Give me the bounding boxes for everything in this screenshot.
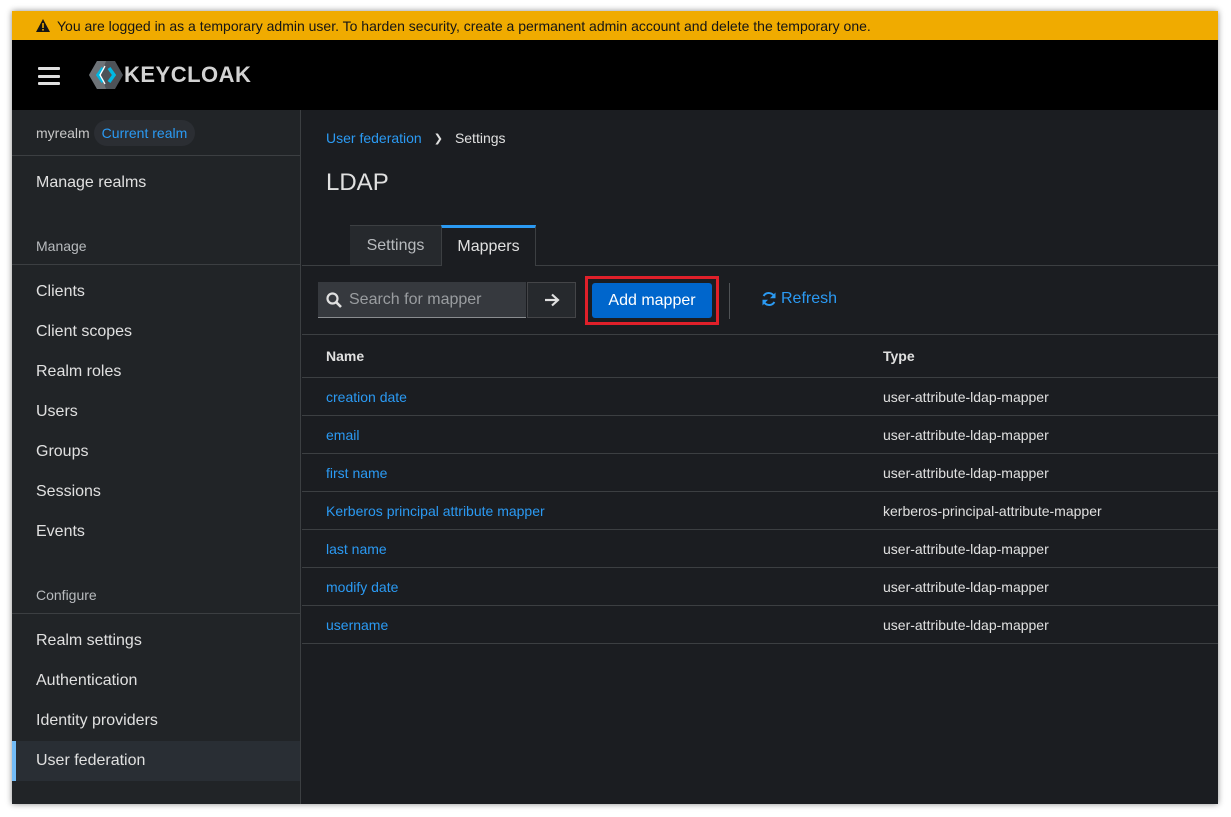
mapper-name-link[interactable]: username: [326, 617, 388, 633]
mapper-name-link[interactable]: creation date: [326, 389, 407, 405]
nav-section-configure: Configure: [12, 576, 300, 614]
table-row: username user-attribute-ldap-mapper: [302, 606, 1218, 644]
sidebar-item-client-scopes[interactable]: Client scopes: [12, 312, 300, 352]
warning-icon: [36, 19, 50, 32]
breadcrumb-current: Settings: [454, 130, 506, 146]
add-mapper-button[interactable]: Add mapper: [592, 283, 712, 318]
sidebar-item-user-federation[interactable]: User federation: [12, 741, 300, 781]
table-row: modify date user-attribute-ldap-mapper: [302, 568, 1218, 606]
sidebar-item-clients[interactable]: Clients: [12, 272, 300, 312]
main-content: User federation ❯ Settings LDAP Settings…: [302, 110, 1218, 804]
current-realm-badge: Current realm: [93, 119, 196, 146]
sidebar-item-users[interactable]: Users: [12, 392, 300, 432]
mapper-type: user-attribute-ldap-mapper: [883, 578, 1049, 595]
refresh-label: Refresh: [781, 290, 838, 307]
table-row: email user-attribute-ldap-mapper: [302, 416, 1218, 454]
nav-section-manage: Manage: [12, 227, 300, 265]
mapper-type: user-attribute-ldap-mapper: [883, 616, 1049, 633]
refresh-icon: [762, 292, 776, 306]
sidebar-item-realm-roles[interactable]: Realm roles: [12, 352, 300, 392]
table-row: first name user-attribute-ldap-mapper: [302, 454, 1218, 492]
temporary-admin-warning-banner: You are logged in as a temporary admin u…: [12, 11, 1218, 40]
hamburger-menu-icon[interactable]: [38, 67, 60, 85]
sidebar-item-realm-settings[interactable]: Realm settings: [12, 621, 300, 661]
table-row: creation date user-attribute-ldap-mapper: [302, 378, 1218, 416]
breadcrumb: User federation ❯ Settings: [326, 130, 506, 146]
mapper-type: user-attribute-ldap-mapper: [883, 426, 1049, 443]
mapper-type: user-attribute-ldap-mapper: [883, 464, 1049, 481]
logo-text: KEYCLOAK: [124, 62, 252, 87]
sidebar-item-identity-providers[interactable]: Identity providers: [12, 701, 300, 741]
mapper-name-link[interactable]: Kerberos principal attribute mapper: [326, 503, 545, 519]
page-title: LDAP: [326, 169, 389, 196]
tab-mappers[interactable]: Mappers: [441, 225, 536, 266]
sidebar-item-manage-realms[interactable]: Manage realms: [12, 163, 300, 203]
refresh-button[interactable]: Refresh: [761, 290, 837, 308]
banner-text: You are logged in as a temporary admin u…: [57, 17, 871, 34]
arrow-right-icon: [544, 293, 560, 307]
keycloak-logo[interactable]: KEYCLOAK: [88, 60, 251, 90]
table-header: Name Type: [302, 335, 1218, 378]
toolbar-divider: [729, 283, 730, 319]
mapper-name-link[interactable]: first name: [326, 465, 387, 481]
sidebar: myrealm Current realm Manage realms Mana…: [12, 110, 301, 804]
mapper-type: user-attribute-ldap-mapper: [883, 388, 1049, 405]
chevron-right-icon: ❯: [433, 132, 443, 145]
realm-name: myrealm: [36, 124, 90, 141]
sidebar-item-events[interactable]: Events: [12, 512, 300, 552]
realm-selector[interactable]: myrealm Current realm: [12, 110, 300, 156]
mapper-name-link[interactable]: email: [326, 427, 359, 443]
search-submit-button[interactable]: [527, 282, 576, 318]
sidebar-item-sessions[interactable]: Sessions: [12, 472, 300, 512]
search-icon: [326, 291, 342, 308]
mapper-type: kerberos-principal-attribute-mapper: [883, 502, 1102, 519]
mappers-table: Name Type creation date user-attribute-l…: [302, 335, 1218, 644]
sidebar-item-authentication[interactable]: Authentication: [12, 661, 300, 701]
breadcrumb-user-federation-link[interactable]: User federation: [326, 130, 422, 146]
search-box: [318, 282, 526, 318]
mappers-toolbar: Add mapper Refresh: [302, 266, 1218, 335]
mapper-name-link[interactable]: last name: [326, 541, 387, 557]
search-mapper-input[interactable]: [349, 290, 519, 309]
app-window: You are logged in as a temporary admin u…: [12, 11, 1218, 804]
mapper-type: user-attribute-ldap-mapper: [883, 540, 1049, 557]
keycloak-logo-icon: [89, 61, 123, 89]
sidebar-item-groups[interactable]: Groups: [12, 432, 300, 472]
tab-bar: Settings Mappers: [302, 225, 1218, 266]
mapper-name-link[interactable]: modify date: [326, 579, 398, 595]
column-header-name[interactable]: Name: [302, 348, 883, 364]
tab-settings[interactable]: Settings: [350, 225, 441, 265]
table-row: Kerberos principal attribute mapper kerb…: [302, 492, 1218, 530]
table-row: last name user-attribute-ldap-mapper: [302, 530, 1218, 568]
masthead: KEYCLOAK: [12, 40, 1218, 110]
column-header-type[interactable]: Type: [883, 348, 915, 364]
